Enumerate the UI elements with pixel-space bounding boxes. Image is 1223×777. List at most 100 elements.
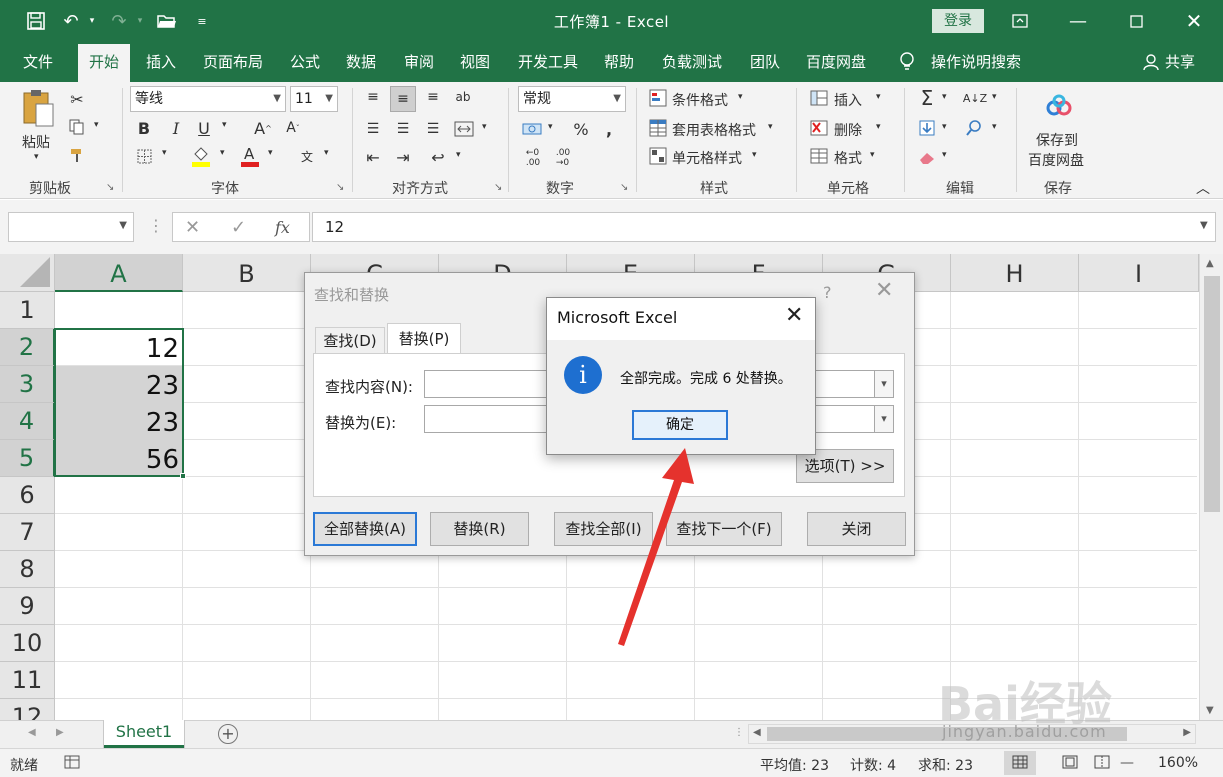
- close-window-icon[interactable]: ✕: [1174, 6, 1214, 36]
- borders-icon[interactable]: [134, 144, 154, 168]
- tab-developer[interactable]: 开发工具: [510, 42, 586, 82]
- row-header-10[interactable]: 10: [0, 625, 55, 662]
- add-sheet-icon[interactable]: +: [218, 724, 238, 744]
- wrap-text-icon[interactable]: ↩: [426, 146, 450, 168]
- increase-indent-icon[interactable]: ⇥: [392, 146, 414, 168]
- page-layout-view-icon[interactable]: [1062, 755, 1078, 773]
- underline-icon[interactable]: U: [194, 116, 214, 140]
- insert-cells-dropdown-icon[interactable]: ▾: [876, 92, 881, 102]
- find-select-icon[interactable]: [962, 116, 986, 140]
- conditional-dropdown-icon[interactable]: ▾: [738, 92, 743, 102]
- decrease-indent-icon[interactable]: ⇤: [362, 146, 384, 168]
- alignment-launcher-icon[interactable]: ↘: [494, 182, 502, 193]
- collapse-ribbon-icon[interactable]: ︿: [1196, 178, 1210, 198]
- row-header-2[interactable]: 2: [0, 329, 55, 366]
- share-button[interactable]: 共享: [1162, 42, 1198, 82]
- align-left-icon[interactable]: ☰: [362, 118, 384, 140]
- font-launcher-icon[interactable]: ↘: [336, 182, 344, 193]
- find-select-dropdown-icon[interactable]: ▾: [992, 122, 997, 132]
- orientation-icon[interactable]: ab: [452, 86, 474, 108]
- column-header-b[interactable]: B: [183, 254, 311, 292]
- delete-cells-icon[interactable]: [808, 118, 830, 138]
- sheet-next-icon[interactable]: ▶: [56, 727, 64, 738]
- zoom-out-icon[interactable]: —: [1120, 755, 1134, 771]
- copy-icon[interactable]: [66, 116, 88, 138]
- macro-record-icon[interactable]: [64, 755, 80, 773]
- percent-style-icon[interactable]: %: [570, 118, 592, 140]
- tab-file[interactable]: 文件: [14, 42, 62, 82]
- row-header-1[interactable]: 1: [0, 292, 55, 329]
- tab-help[interactable]: 帮助: [596, 42, 642, 82]
- maximize-icon[interactable]: [1116, 6, 1156, 36]
- replace-all-button[interactable]: 全部替换(A): [313, 512, 417, 546]
- sort-filter-icon[interactable]: A↓Z: [962, 86, 988, 110]
- wrap-dropdown-icon[interactable]: ▾: [456, 150, 461, 160]
- tab-replace[interactable]: 替换(P): [387, 323, 461, 353]
- align-middle-icon[interactable]: ≡: [390, 86, 416, 112]
- decrease-decimal-icon[interactable]: .00 →0: [550, 146, 576, 170]
- find-what-dropdown-icon[interactable]: ▾: [874, 370, 894, 398]
- share-user-icon[interactable]: [1140, 42, 1162, 82]
- decrease-font-icon[interactable]: Aˇ: [282, 116, 304, 140]
- save-to-baidu-line2[interactable]: 百度网盘: [1028, 150, 1084, 170]
- save-to-baidu-line1[interactable]: 保存到: [1036, 130, 1078, 150]
- align-bottom-icon[interactable]: ≡: [422, 86, 444, 108]
- font-size-combo[interactable]: 11 ▼: [290, 86, 338, 112]
- lightbulb-icon[interactable]: [896, 42, 918, 82]
- cancel-entry-icon[interactable]: ✕: [185, 217, 200, 238]
- delete-cells-dropdown-icon[interactable]: ▾: [876, 122, 881, 132]
- align-right-icon[interactable]: ☰: [422, 118, 444, 140]
- normal-view-icon[interactable]: [1004, 751, 1036, 775]
- underline-dropdown-icon[interactable]: ▾: [222, 120, 227, 130]
- accounting-format-icon[interactable]: [520, 118, 544, 140]
- cell-styles-dropdown-icon[interactable]: ▾: [752, 150, 757, 160]
- copy-dropdown-icon[interactable]: ▾: [94, 120, 99, 130]
- fill-handle[interactable]: [180, 473, 186, 479]
- format-table-dropdown-icon[interactable]: ▾: [768, 122, 773, 132]
- bold-icon[interactable]: B: [134, 116, 154, 140]
- tab-split-icon[interactable]: ⋮: [734, 727, 744, 738]
- tell-me-search[interactable]: 操作说明搜索: [928, 42, 1024, 82]
- replace-with-dropdown-icon[interactable]: ▾: [874, 405, 894, 433]
- ribbon-display-options-icon[interactable]: [1000, 6, 1040, 36]
- sheet-prev-icon[interactable]: ◀: [28, 727, 36, 738]
- tab-view[interactable]: 视图: [452, 42, 498, 82]
- conditional-format-icon[interactable]: [648, 88, 668, 108]
- scroll-right-icon[interactable]: ▶: [1183, 727, 1191, 738]
- increase-font-icon[interactable]: A ^: [252, 116, 274, 140]
- zoom-level[interactable]: 160%: [1158, 755, 1198, 771]
- scroll-down-icon[interactable]: ▼: [1206, 705, 1214, 716]
- scroll-left-icon[interactable]: ◀: [753, 727, 761, 738]
- close-message-icon[interactable]: ✕: [785, 303, 803, 328]
- tab-team[interactable]: 团队: [742, 42, 788, 82]
- row-header-12[interactable]: 12: [0, 699, 55, 720]
- name-box[interactable]: ▼: [8, 212, 134, 242]
- conditional-format-label[interactable]: 条件格式: [672, 90, 728, 110]
- fill-color-icon[interactable]: [190, 142, 212, 170]
- sheet-tab-sheet1[interactable]: Sheet1: [104, 720, 184, 748]
- insert-cells-icon[interactable]: [808, 88, 830, 108]
- login-button[interactable]: 登录: [932, 9, 984, 33]
- delete-cells-label[interactable]: 删除: [834, 120, 862, 140]
- phonetic-dropdown-icon[interactable]: ▾: [324, 148, 329, 158]
- italic-icon[interactable]: I: [166, 116, 186, 140]
- vertical-scroll-thumb[interactable]: [1204, 276, 1220, 512]
- close-button[interactable]: 关闭: [807, 512, 906, 546]
- number-format-combo[interactable]: 常规 ▼: [518, 86, 626, 112]
- row-header-7[interactable]: 7: [0, 514, 55, 551]
- column-header-i[interactable]: I: [1079, 254, 1199, 292]
- tab-baidu-netdisk[interactable]: 百度网盘: [798, 42, 874, 82]
- column-header-a[interactable]: A: [55, 254, 183, 292]
- align-top-icon[interactable]: ≡: [362, 86, 384, 108]
- clear-dropdown-icon[interactable]: ▾: [942, 150, 947, 160]
- tab-home[interactable]: 开始: [78, 44, 130, 82]
- page-break-view-icon[interactable]: [1094, 755, 1110, 773]
- formula-input[interactable]: 12: [312, 212, 1216, 242]
- minimize-icon[interactable]: —: [1058, 6, 1098, 36]
- merge-dropdown-icon[interactable]: ▾: [482, 122, 487, 132]
- help-icon[interactable]: ?: [823, 283, 832, 302]
- cell-styles-label[interactable]: 单元格样式: [672, 148, 742, 168]
- tab-data[interactable]: 数据: [338, 42, 384, 82]
- merge-center-icon[interactable]: [452, 118, 476, 140]
- paste-dropdown-icon[interactable]: ▾: [34, 152, 39, 162]
